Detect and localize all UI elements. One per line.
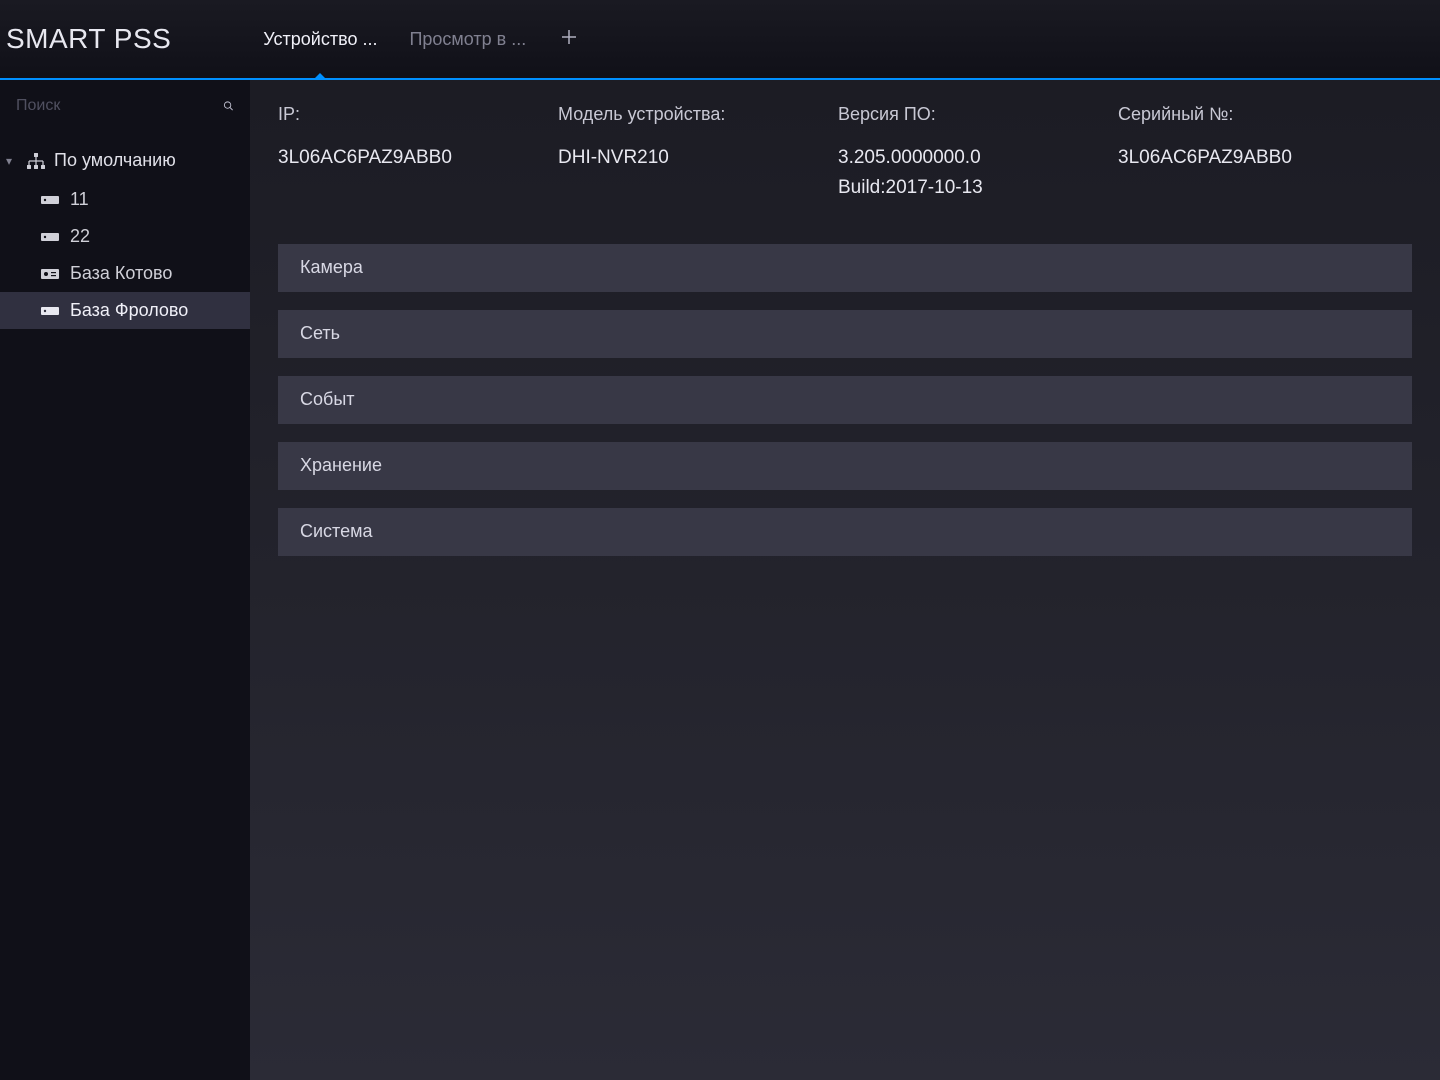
dvr-icon	[40, 266, 60, 282]
info-serial-label: Серийный №:	[1118, 104, 1338, 125]
tree-item-22[interactable]: 22	[0, 218, 250, 255]
info-sw-label: Версия ПО:	[838, 104, 1058, 125]
tree-item-11[interactable]: 11	[0, 181, 250, 218]
tree-item-frolovo[interactable]: База Фролово	[0, 292, 250, 329]
info-ip-label: IP:	[278, 104, 498, 125]
info-software: Версия ПО: 3.205.0000000.0 Build:2017-10…	[838, 104, 1058, 204]
settings-accordion: Камера Сеть Событ Хранение Система	[278, 244, 1412, 556]
nvr-icon	[40, 303, 60, 319]
app-title: SMART PSS	[6, 23, 171, 55]
info-model: Модель устройства: DHI-NVR210	[558, 104, 778, 204]
plus-icon	[560, 28, 578, 46]
add-tab-button[interactable]	[546, 25, 592, 53]
search-icon[interactable]	[223, 96, 234, 116]
tree-item-label: 22	[70, 226, 90, 247]
chevron-down-icon: ▾	[6, 154, 18, 168]
content-area: IP: 3L06AC6PAZ9ABB0 Модель устройства: D…	[250, 80, 1440, 1080]
section-camera[interactable]: Камера	[278, 244, 1412, 292]
tree-item-kotovo[interactable]: База Котово	[0, 255, 250, 292]
info-serial-value: 3L06AC6PAZ9ABB0	[1118, 143, 1338, 173]
nvr-icon	[40, 229, 60, 245]
tab-strip: Устройство ... Просмотр в ...	[251, 0, 592, 78]
info-model-value: DHI-NVR210	[558, 143, 778, 173]
tree-group-label: По умолчанию	[54, 150, 176, 171]
section-network[interactable]: Сеть	[278, 310, 1412, 358]
device-tree: ▾ По ум	[0, 132, 250, 329]
section-storage[interactable]: Хранение	[278, 442, 1412, 490]
sidebar: ▾ По ум	[0, 80, 250, 1080]
tree-group-default[interactable]: ▾ По ум	[0, 140, 250, 181]
info-ip: IP: 3L06AC6PAZ9ABB0	[278, 104, 498, 204]
tree-item-label: База Фролово	[70, 300, 188, 321]
nvr-icon	[40, 192, 60, 208]
tab-preview[interactable]: Просмотр в ...	[397, 0, 538, 78]
tree-item-label: 11	[70, 189, 89, 210]
tree-item-label: База Котово	[70, 263, 172, 284]
info-serial: Серийный №: 3L06AC6PAZ9ABB0	[1118, 104, 1338, 204]
info-model-label: Модель устройства:	[558, 104, 778, 125]
search-row	[0, 80, 250, 132]
topbar: SMART PSS Устройство ... Просмотр в ...	[0, 0, 1440, 80]
info-ip-value: 3L06AC6PAZ9ABB0	[278, 143, 498, 173]
section-system[interactable]: Система	[278, 508, 1412, 556]
org-icon	[26, 153, 46, 169]
search-input[interactable]	[16, 97, 223, 115]
info-sw-value: 3.205.0000000.0 Build:2017-10-13	[838, 143, 1058, 204]
section-event[interactable]: Событ	[278, 376, 1412, 424]
device-info-panel: IP: 3L06AC6PAZ9ABB0 Модель устройства: D…	[278, 104, 1412, 204]
tab-device[interactable]: Устройство ...	[251, 0, 389, 78]
